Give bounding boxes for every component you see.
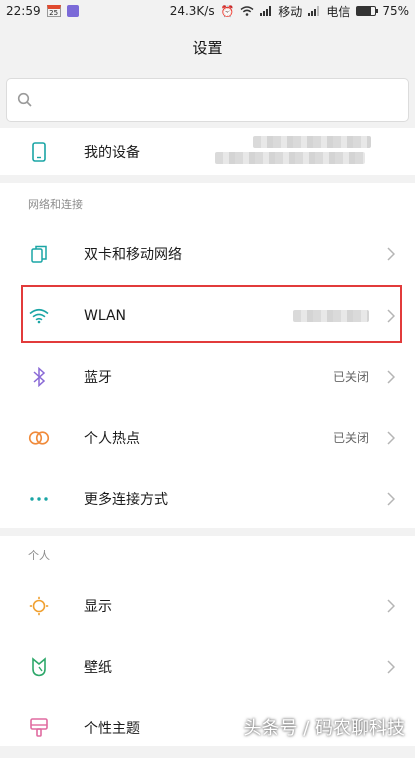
app-notification-icon (66, 5, 79, 17)
bluetooth-status: 已关闭 (332, 370, 369, 384)
device-card: 我的设备 (0, 128, 415, 175)
hotspot-status: 已关闭 (332, 431, 369, 445)
network-speed: 24.3K/s (169, 4, 215, 18)
section-header-personal: 个人 (0, 536, 415, 576)
signal-bars-icon-2 (308, 6, 320, 16)
settings-item-dual-sim[interactable]: 双卡和移动网络 (0, 223, 415, 284)
status-bar: 22:59 25 24.3K/s ⏰ 移动 电信 75% (0, 0, 415, 22)
status-left: 22:59 25 (6, 4, 79, 18)
settings-item-my-device[interactable]: 我的设备 (0, 128, 415, 175)
chevron-right-icon (387, 430, 395, 445)
chevron-right-icon (387, 369, 395, 384)
theme-icon (28, 717, 50, 739)
sim-cards-icon (28, 243, 50, 265)
status-time: 22:59 (6, 4, 41, 18)
wlan-highlight-box (21, 285, 402, 343)
settings-item-more-connections[interactable]: 更多连接方式 (0, 468, 415, 529)
settings-item-label: 我的设备 (84, 144, 140, 161)
wallpaper-icon (28, 656, 50, 678)
redacted-device-name (253, 136, 371, 148)
chevron-right-icon (387, 246, 395, 261)
watermark-text: 头条号 / 码农聊科技 (243, 718, 405, 739)
battery-text: 75% (382, 4, 409, 18)
calendar-day: 25 (49, 9, 59, 17)
chevron-right-icon (387, 598, 395, 613)
more-dots-icon (28, 488, 50, 510)
alarm-icon: ⏰ (220, 4, 235, 18)
signal-bars-icon (260, 6, 272, 16)
sun-icon (28, 595, 50, 617)
wifi-signal-icon (240, 6, 254, 16)
settings-item-display[interactable]: 显示 (0, 575, 415, 636)
chevron-right-icon (387, 659, 395, 674)
settings-item-label: 个性主题 (84, 720, 140, 737)
battery-icon (356, 6, 379, 16)
settings-item-label: 蓝牙 (84, 369, 112, 386)
chevron-right-icon (387, 491, 395, 506)
phone-icon (28, 141, 50, 163)
section-header-network: 网络和连接 (0, 185, 415, 225)
settings-item-label: 更多连接方式 (84, 491, 168, 508)
settings-item-label: 显示 (84, 598, 112, 615)
settings-item-label: 个人热点 (84, 430, 140, 447)
settings-item-label: 双卡和移动网络 (84, 246, 182, 263)
hotspot-icon (28, 427, 50, 449)
search-input[interactable] (6, 78, 409, 122)
settings-item-hotspot[interactable]: 个人热点 已关闭 (0, 407, 415, 468)
calendar-icon: 25 (46, 5, 61, 17)
settings-item-bluetooth[interactable]: 蓝牙 已关闭 (0, 346, 415, 407)
settings-item-wallpaper[interactable]: 壁纸 (0, 636, 415, 697)
page-title: 设置 (192, 39, 223, 57)
battery-fill (357, 7, 371, 15)
bluetooth-icon (28, 366, 50, 388)
carrier-1: 移动 (278, 4, 303, 19)
settings-item-label: 壁纸 (84, 659, 112, 676)
search-icon (17, 92, 32, 107)
redacted-device-info (215, 152, 365, 164)
status-right: 24.3K/s ⏰ 移动 电信 75% (170, 3, 409, 20)
network-card: 网络和连接 双卡和移动网络 WLAN 蓝牙 已关闭 个人热点 已关闭 更多连接方… (0, 183, 415, 528)
carrier-2: 电信 (326, 4, 351, 19)
